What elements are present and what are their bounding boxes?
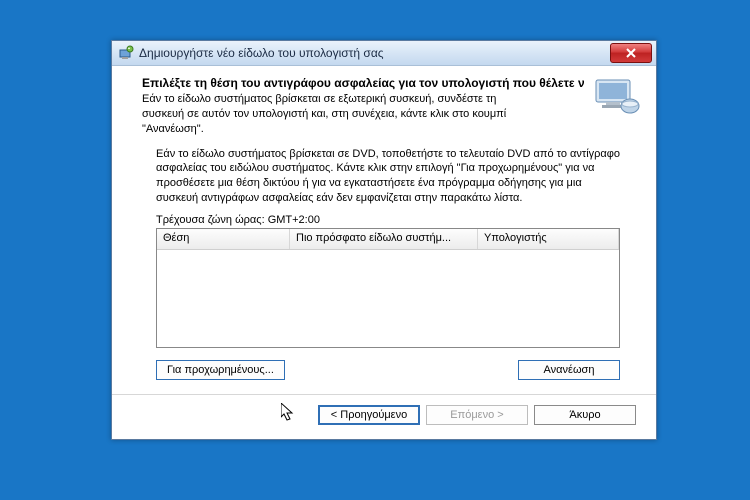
advanced-button[interactable]: Για προχωρημένους... bbox=[156, 360, 285, 380]
timezone-label: Τρέχουσα ζώνη ώρας: GMT+2:00 bbox=[128, 214, 640, 226]
col-computer[interactable]: Υπολογιστής bbox=[478, 229, 619, 249]
close-button[interactable] bbox=[610, 43, 652, 63]
wizard-window: Δημιουργήστε νέο είδωλο του υπολογιστή σ… bbox=[111, 40, 657, 440]
mid-button-row: Για προχωρημένους... Ανανέωση bbox=[156, 360, 620, 380]
backup-list[interactable]: Θέση Πιο πρόσφατο είδωλο συστήμ... Υπολο… bbox=[156, 228, 620, 348]
table-header: Θέση Πιο πρόσφατο είδωλο συστήμ... Υπολο… bbox=[157, 229, 619, 250]
window-title: Δημιουργήστε νέο είδωλο του υπολογιστή σ… bbox=[139, 46, 384, 60]
title-left: Δημιουργήστε νέο είδωλο του υπολογιστή σ… bbox=[118, 45, 384, 61]
description-paragraph: Εάν το είδωλο συστήματος βρίσκεται σε DV… bbox=[128, 147, 640, 206]
restore-icon bbox=[594, 76, 640, 119]
titlebar: Δημιουργήστε νέο είδωλο του υπολογιστή σ… bbox=[112, 41, 656, 66]
header-row: Επιλέξτε τη θέση του αντιγράφου ασφαλεία… bbox=[128, 76, 640, 137]
back-button[interactable]: < Προηγούμενο bbox=[318, 405, 420, 425]
sub-line-3: "Ανανέωση". bbox=[142, 123, 204, 135]
separator bbox=[112, 394, 656, 395]
page-heading: Επιλέξτε τη θέση του αντιγράφου ασφαλεία… bbox=[128, 76, 584, 90]
close-icon bbox=[625, 48, 637, 58]
wizard-body: Επιλέξτε τη θέση του αντιγράφου ασφαλεία… bbox=[112, 66, 656, 439]
sub-line-1: Εάν το είδωλο συστήματος βρίσκεται σε εξ… bbox=[142, 93, 496, 105]
cancel-button[interactable]: Άκυρο bbox=[534, 405, 636, 425]
col-location[interactable]: Θέση bbox=[157, 229, 290, 249]
header-text: Επιλέξτε τη θέση του αντιγράφου ασφαλεία… bbox=[128, 76, 584, 137]
sub-line-2: συσκευή σε αυτόν τον υπολογιστή και, στη… bbox=[142, 108, 506, 120]
col-latest-image[interactable]: Πιο πρόσφατο είδωλο συστήμ... bbox=[290, 229, 478, 249]
table-wrap: Θέση Πιο πρόσφατο είδωλο συστήμ... Υπολο… bbox=[156, 228, 620, 348]
app-icon bbox=[118, 45, 134, 61]
refresh-button[interactable]: Ανανέωση bbox=[518, 360, 620, 380]
next-button: Επόμενο > bbox=[426, 405, 528, 425]
wizard-button-row: < Προηγούμενο Επόμενο > Άκυρο bbox=[128, 405, 640, 425]
